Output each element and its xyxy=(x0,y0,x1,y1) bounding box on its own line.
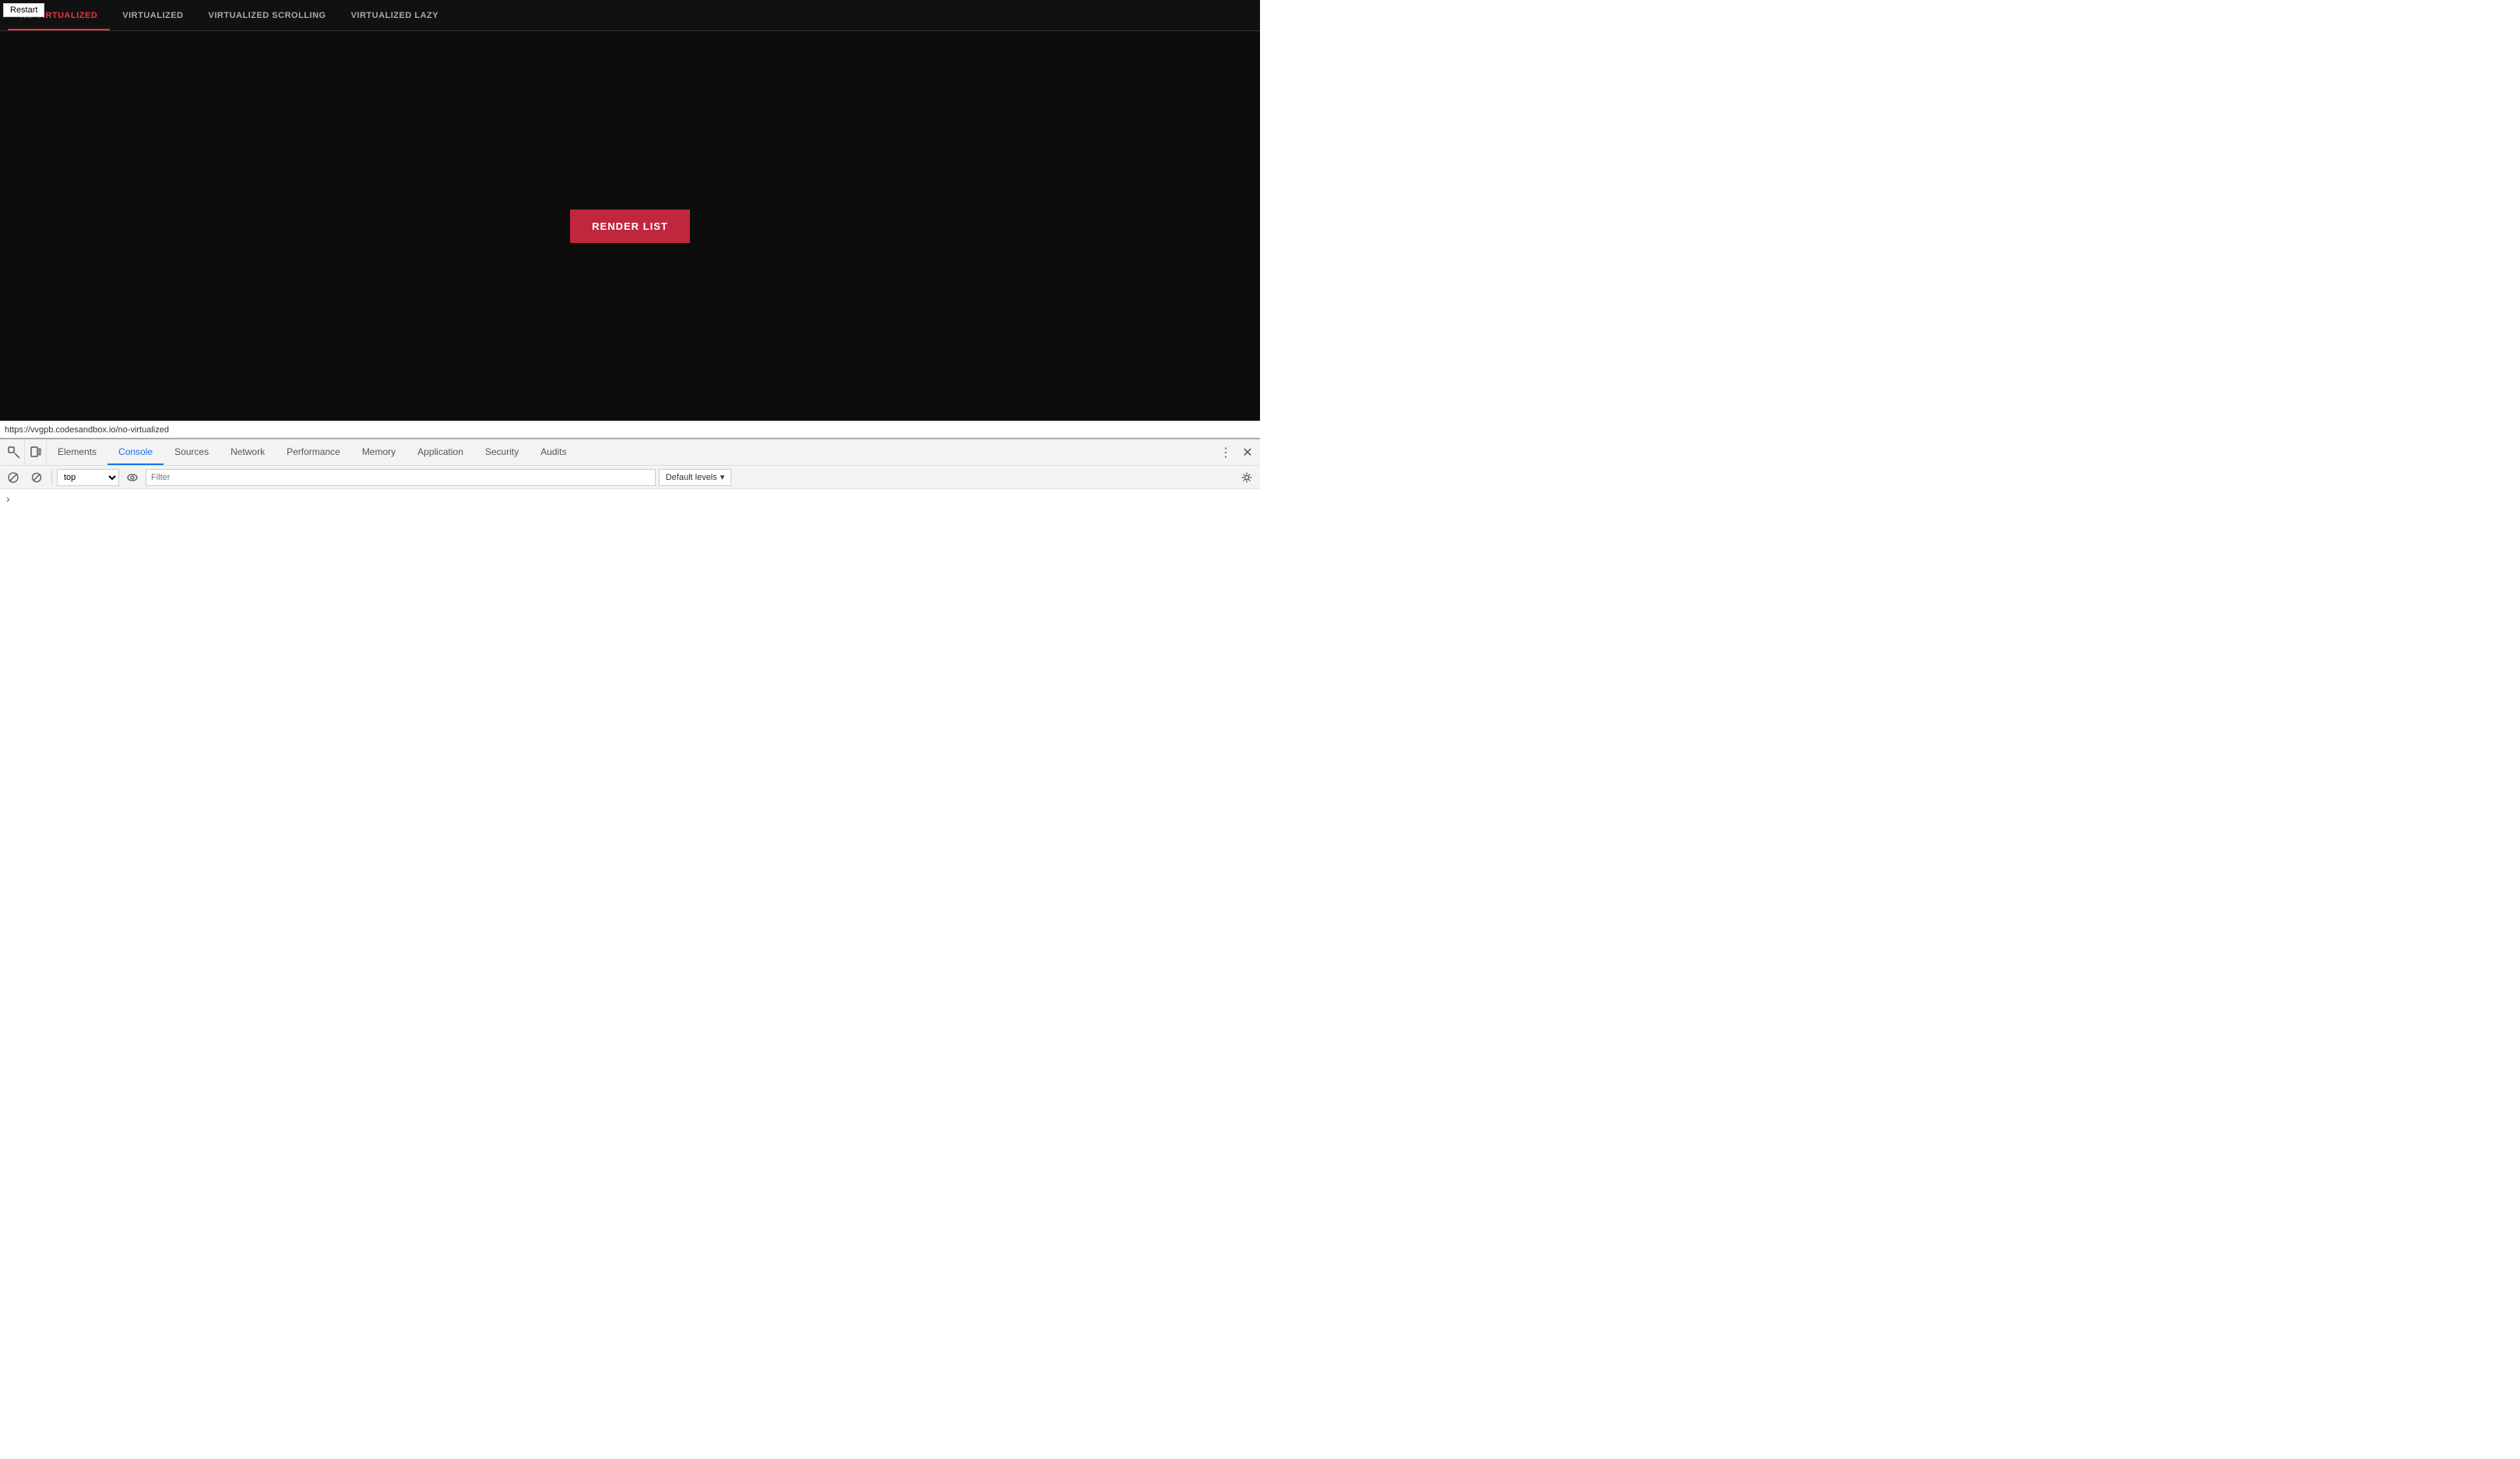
status-bar: https://vvgpb.codesandbox.io/no-virtuali… xyxy=(0,421,1260,438)
devtools-tab-security[interactable]: Security xyxy=(474,439,530,465)
tab-virtualized-lazy[interactable]: VIRTUALIZED LAZY xyxy=(339,0,452,30)
devtools-tab-memory[interactable]: Memory xyxy=(351,439,407,465)
block-icon[interactable] xyxy=(26,467,47,488)
toolbar-divider xyxy=(51,470,52,485)
close-devtools-icon[interactable]: ✕ xyxy=(1238,443,1257,462)
app-nav: NO VIRTUALIZED VIRTUALIZED VIRTUALIZED S… xyxy=(0,0,1260,31)
devtools-tab-network[interactable]: Network xyxy=(220,439,276,465)
devtools-tabs-row: Elements Console Sources Network Perform… xyxy=(0,439,1260,466)
console-settings-icon[interactable] xyxy=(1237,467,1257,488)
console-filter-input[interactable] xyxy=(146,469,656,486)
console-toolbar: top Default levels ▾ xyxy=(0,466,1260,489)
devtools-right-icons: ⋮ ✕ xyxy=(1216,439,1260,465)
devtools-tab-elements[interactable]: Elements xyxy=(47,439,107,465)
devtools-tab-sources[interactable]: Sources xyxy=(164,439,220,465)
devtools-tab-application[interactable]: Application xyxy=(407,439,474,465)
tab-virtualized-scrolling[interactable]: VIRTUALIZED SCROLLING xyxy=(196,0,339,30)
page-url: https://vvgpb.codesandbox.io/no-virtuali… xyxy=(5,425,169,435)
render-list-button[interactable]: RENDER LIST xyxy=(570,210,690,243)
clear-console-icon[interactable] xyxy=(3,467,23,488)
console-prompt-icon[interactable]: › xyxy=(6,492,10,505)
app-content: RENDER LIST xyxy=(0,31,1260,421)
chevron-down-icon: ▾ xyxy=(720,472,725,482)
eye-icon[interactable] xyxy=(122,467,143,488)
default-levels-button[interactable]: Default levels ▾ xyxy=(659,469,732,486)
console-context-selector[interactable]: top xyxy=(57,469,119,486)
console-content: › xyxy=(0,489,1260,729)
more-options-icon[interactable]: ⋮ xyxy=(1216,443,1235,462)
inspect-element-icon[interactable] xyxy=(3,439,25,465)
tab-virtualized[interactable]: VIRTUALIZED xyxy=(110,0,195,30)
restart-button[interactable]: Restart xyxy=(3,3,44,17)
devtools-panel: Elements Console Sources Network Perform… xyxy=(0,438,1260,729)
devtools-tab-performance[interactable]: Performance xyxy=(276,439,351,465)
device-mode-icon[interactable] xyxy=(25,439,47,465)
devtools-tab-console[interactable]: Console xyxy=(107,439,164,465)
devtools-tab-audits[interactable]: Audits xyxy=(530,439,577,465)
